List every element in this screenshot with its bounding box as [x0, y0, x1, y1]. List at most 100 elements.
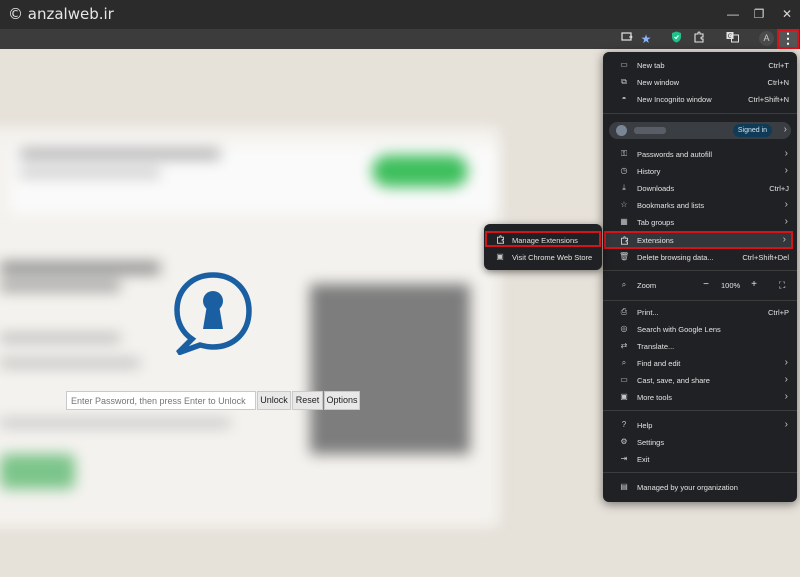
chevron-right-icon: › [784, 148, 788, 159]
translate-icon: ⇄ [620, 341, 628, 350]
menu-label: Settings [637, 438, 665, 447]
submenu-item-web-store[interactable]: ▣ Visit Chrome Web Store [484, 249, 602, 266]
menu-label: History [637, 167, 661, 176]
blurred-heading [0, 262, 160, 274]
chevron-right-icon: › [784, 419, 788, 430]
submenu-item-manage-extensions[interactable]: Manage Extensions [485, 231, 601, 247]
menu-label: Print... [637, 308, 659, 317]
menu-item-help[interactable]: ? Help › [603, 417, 797, 434]
shield-extension-icon[interactable] [667, 30, 685, 48]
blurred-green-block [0, 454, 75, 489]
menu-shortcut: Ctrl+J [769, 184, 789, 193]
menu-item-passwords[interactable]: ⚿ Passwords and autofill › [603, 146, 797, 163]
chevron-right-icon: › [782, 234, 786, 245]
menu-item-find-edit[interactable]: ⌕ Find and edit › [603, 355, 797, 372]
chrome-menu-button[interactable]: ⋮ [777, 29, 799, 49]
fullscreen-icon[interactable]: ⛶ [779, 278, 791, 292]
reset-button[interactable]: Reset [292, 391, 323, 410]
menu-item-incognito[interactable]: ◓ New Incognito window Ctrl+Shift+N [603, 91, 797, 108]
cast-icon: ▭ [620, 375, 628, 384]
menu-label: Help [637, 421, 653, 430]
menu-label: Exit [637, 455, 650, 464]
menu-item-extensions[interactable]: Extensions › [604, 231, 793, 249]
exit-icon: ⇥ [620, 454, 628, 463]
menu-label: Passwords and autofill [637, 150, 713, 159]
blurred-text [20, 169, 160, 177]
blurred-text [0, 359, 140, 367]
menu-item-downloads[interactable]: ⤓ Downloads Ctrl+J [603, 180, 797, 197]
menu-label: More tools [637, 393, 673, 402]
organization-icon: ▤ [620, 482, 628, 491]
menu-label: Manage Extensions [512, 236, 578, 245]
browser-toolbar: ★ G A ⋮ [0, 29, 800, 49]
svg-text:G: G [727, 33, 732, 40]
menu-divider [603, 113, 797, 114]
profile-avatar[interactable]: A [759, 31, 774, 46]
menu-label: Tab groups [637, 218, 675, 227]
chevron-right-icon: › [784, 216, 788, 227]
zoom-level: 100% [721, 281, 741, 290]
zoom-out-button[interactable]: − [699, 278, 713, 292]
signed-in-badge: Signed in [733, 124, 772, 137]
menu-shortcut: Ctrl+Shift+Del [742, 253, 789, 262]
close-icon[interactable]: ✕ [777, 6, 797, 22]
menu-label: Bookmarks and lists [637, 201, 705, 210]
profile-row[interactable]: Signed in › [609, 122, 791, 139]
options-button[interactable]: Options [324, 391, 360, 410]
restore-icon[interactable]: ❐ [749, 6, 769, 22]
menu-shortcut: Ctrl+P [767, 308, 789, 317]
menu-item-bookmarks[interactable]: ☆ Bookmarks and lists › [603, 197, 797, 214]
incognito-icon: ◓ [621, 94, 627, 103]
chevron-right-icon: › [783, 124, 787, 135]
chevron-right-icon: › [784, 391, 788, 402]
minimize-icon[interactable]: — [723, 6, 743, 22]
menu-shortcut: Ctrl+T [768, 61, 789, 70]
history-icon: ◷ [620, 166, 628, 175]
menu-label: Cast, save, and share [637, 376, 710, 385]
blurred-text [0, 419, 230, 427]
menu-item-new-window[interactable]: ⧉ New window Ctrl+N [603, 74, 797, 91]
menu-divider [603, 270, 797, 271]
password-input[interactable] [66, 391, 256, 410]
menu-item-google-lens[interactable]: ◎ Search with Google Lens [603, 321, 797, 338]
star-icon: ☆ [620, 200, 628, 209]
menu-item-history[interactable]: ◷ History › [603, 163, 797, 180]
menu-item-tab-groups[interactable]: ▦ Tab groups › [603, 214, 797, 231]
unlock-button[interactable]: Unlock [257, 391, 291, 410]
menu-item-more-tools[interactable]: ▣ More tools › [603, 389, 797, 406]
menu-label: Downloads [637, 184, 675, 193]
install-app-icon[interactable] [618, 30, 636, 48]
menu-divider [603, 300, 797, 301]
menu-label: Extensions [637, 236, 674, 245]
menu-item-cast-save-share[interactable]: ▭ Cast, save, and share › [603, 372, 797, 389]
chevron-right-icon: › [784, 165, 788, 176]
blurred-text [0, 281, 120, 291]
key-icon: ⚿ [620, 149, 628, 158]
menu-item-new-tab[interactable]: ▭ New tab Ctrl+T [603, 57, 797, 74]
puzzle-icon [619, 236, 629, 246]
blurred-qr-code [310, 284, 470, 454]
extensions-puzzle-icon[interactable] [690, 30, 708, 48]
trash-icon: 🗑 [619, 252, 630, 261]
profile-avatar-icon [616, 125, 627, 136]
menu-item-delete-data[interactable]: 🗑 Delete browsing data... Ctrl+Shift+Del [603, 249, 797, 266]
zoom-in-button[interactable]: + [747, 278, 761, 292]
menu-item-settings[interactable]: ⚙ Settings [603, 434, 797, 451]
blurred-green-button [372, 155, 468, 187]
menu-item-translate[interactable]: ⇄ Translate... [603, 338, 797, 355]
menu-shortcut: Ctrl+Shift+N [748, 95, 789, 104]
translate-icon[interactable]: G [723, 30, 741, 48]
menu-label: Delete browsing data... [637, 253, 714, 262]
bookmark-star-icon[interactable]: ★ [637, 30, 655, 48]
find-icon: ⌕ [621, 358, 627, 367]
menu-item-managed[interactable]: ▤ Managed by your organization [603, 479, 797, 496]
extensions-submenu: Manage Extensions ▣ Visit Chrome Web Sto… [484, 224, 602, 270]
web-store-icon: ▣ [496, 252, 504, 261]
menu-label: New tab [637, 61, 665, 70]
chrome-menu: ▭ New tab Ctrl+T ⧉ New window Ctrl+N ◓ N… [603, 52, 797, 502]
blurred-text [20, 149, 220, 159]
menu-item-print[interactable]: ⎙ Print... Ctrl+P [603, 304, 797, 321]
menu-divider [603, 410, 797, 411]
menu-item-exit[interactable]: ⇥ Exit [603, 451, 797, 468]
watermark: © anzalweb.ir [8, 5, 114, 23]
